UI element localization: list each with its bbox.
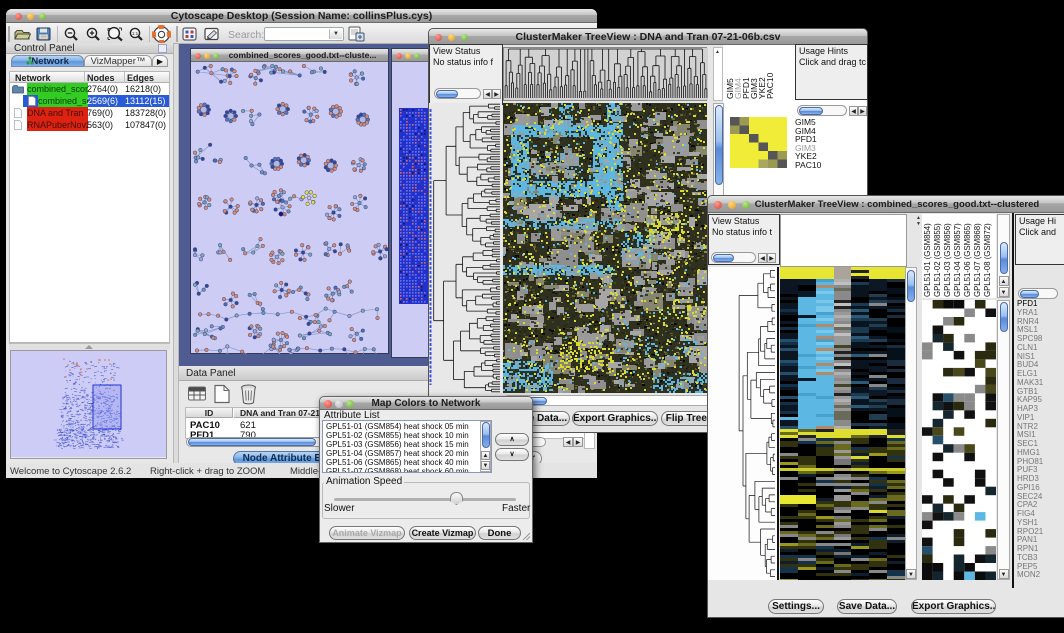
- svg-text:GPL51-08 (GSM872): GPL51-08 (GSM872): [983, 223, 992, 297]
- svg-text:PAC10: PAC10: [765, 72, 775, 99]
- svg-text:GPL51-06 (GSM865): GPL51-06 (GSM865): [963, 223, 972, 297]
- svg-text:GPL51-04 (GSM857): GPL51-04 (GSM857): [953, 223, 962, 297]
- svg-text:1:1: 1:1: [132, 31, 139, 36]
- svg-text:GPL51-03 (GSM856): GPL51-03 (GSM856): [943, 223, 952, 297]
- svg-text:GPL51-01 (GSM854): GPL51-01 (GSM854): [923, 223, 932, 297]
- svg-text:GPL51-02 (GSM855): GPL51-02 (GSM855): [933, 223, 942, 297]
- svg-text:GPL51-07 (GSM868): GPL51-07 (GSM868): [973, 223, 982, 297]
